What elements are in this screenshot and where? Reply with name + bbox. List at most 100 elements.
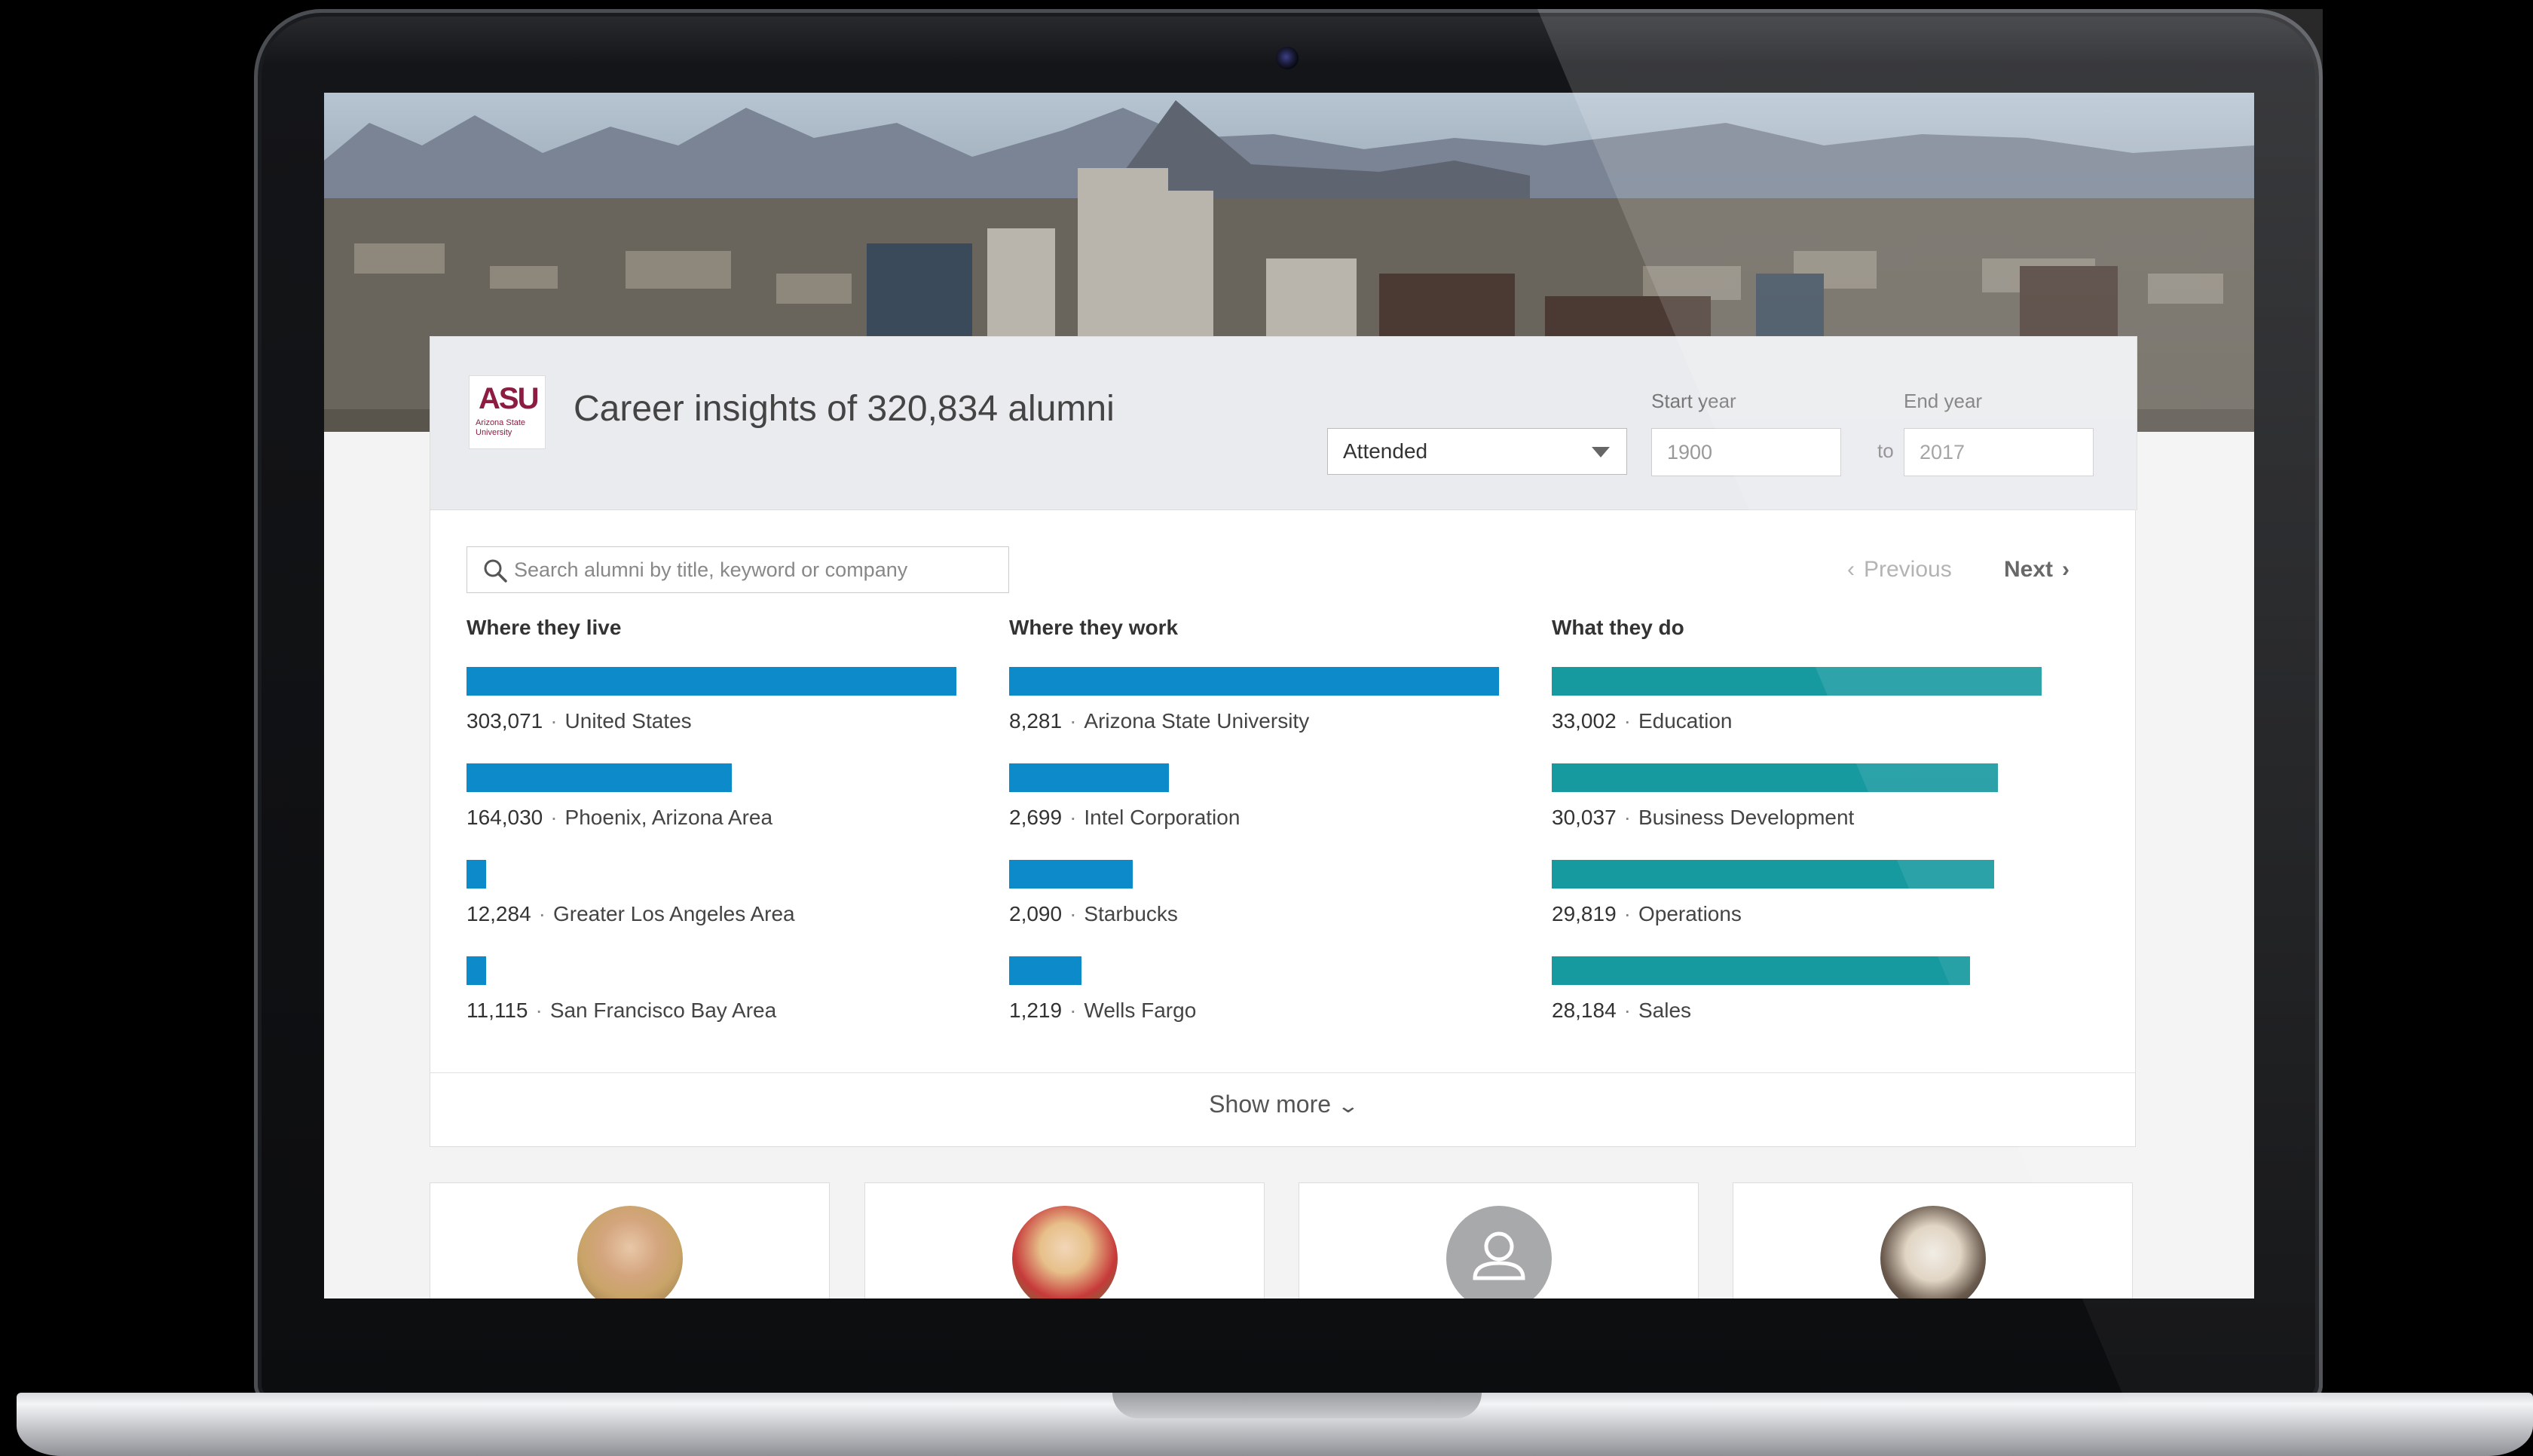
insight-row[interactable]: 12,284 · Greater Los Angeles Area (467, 833, 956, 929)
insight-label: 11,115 · San Francisco Bay Area (467, 999, 776, 1023)
insight-row[interactable]: 28,184 · Sales (1552, 929, 2042, 1026)
insight-name: Wells Fargo (1084, 999, 1197, 1022)
column-title: What they do (1552, 616, 1684, 639)
search-icon (484, 559, 507, 583)
column-title: Where they live (467, 616, 622, 639)
insight-name: Intel Corporation (1084, 806, 1240, 829)
insight-label: 303,071 · United States (467, 709, 692, 733)
insight-label: 1,219 · Wells Fargo (1009, 999, 1196, 1023)
insight-row[interactable]: 1,219 · Wells Fargo (1009, 929, 1499, 1026)
next-button[interactable]: Next › (2004, 557, 2070, 583)
separator-dot: · (535, 999, 543, 1022)
avatar[interactable] (1880, 1206, 1986, 1298)
avatar[interactable] (577, 1206, 683, 1298)
insight-label: 2,090 · Starbucks (1009, 902, 1178, 926)
separator-dot: · (1623, 902, 1631, 925)
insight-bar[interactable] (1552, 860, 1994, 889)
attendance-select[interactable]: Attended (1327, 428, 1627, 475)
insight-name: San Francisco Bay Area (549, 999, 777, 1022)
insight-count: 12,284 (467, 902, 531, 925)
chevron-right-icon: › (2062, 557, 2070, 582)
alumni-card[interactable] (864, 1182, 1265, 1298)
previous-label: Previous (1864, 557, 1952, 582)
insight-bar[interactable] (467, 956, 486, 985)
to-label: to (1877, 439, 1894, 462)
show-more-button[interactable]: Show more ⌄ (430, 1090, 2135, 1118)
insight-row[interactable]: 33,002 · Education (1552, 640, 2042, 736)
default-person-icon (1473, 1231, 1525, 1280)
insight-bar[interactable] (1552, 763, 1998, 792)
insight-bar[interactable] (1552, 956, 1970, 985)
insight-count: 303,071 (467, 709, 543, 733)
insight-label: 12,284 · Greater Los Angeles Area (467, 902, 795, 926)
insight-label: 8,281 · Arizona State University (1009, 709, 1309, 733)
separator-dot: · (550, 709, 558, 733)
separator-dot: · (1623, 999, 1631, 1022)
insight-row[interactable]: 8,281 · Arizona State University (1009, 640, 1499, 736)
laptop-notch (1112, 1393, 1482, 1418)
insight-row[interactable]: 11,115 · San Francisco Bay Area (467, 929, 956, 1026)
insight-count: 29,819 (1552, 902, 1617, 925)
search-placeholder: Search alumni by title, keyword or compa… (514, 558, 908, 581)
avatar[interactable] (1446, 1206, 1552, 1298)
logo-subtext: Arizona State University (476, 418, 526, 437)
chevron-down-icon: ⌄ (1336, 1094, 1360, 1117)
alumni-card[interactable] (1733, 1182, 2133, 1298)
insight-row[interactable]: 164,030 · Phoenix, Arizona Area (467, 736, 956, 833)
insight-row[interactable]: 2,090 · Starbucks (1009, 833, 1499, 929)
chevron-down-icon (1592, 447, 1610, 457)
insight-row[interactable]: 303,071 · United States (467, 640, 956, 736)
insight-label: 2,699 · Intel Corporation (1009, 806, 1240, 830)
insight-count: 2,699 (1009, 806, 1063, 829)
insight-count: 28,184 (1552, 999, 1617, 1022)
insight-name: Sales (1638, 999, 1692, 1022)
logo-mark: ASU (479, 382, 539, 415)
separator-dot: · (1623, 806, 1631, 829)
insight-row[interactable]: 29,819 · Operations (1552, 833, 2042, 929)
separator-dot: · (1623, 709, 1631, 733)
start-year-label: Start year (1651, 390, 1736, 412)
insight-name: United States (564, 709, 692, 733)
insight-bar[interactable] (1009, 763, 1169, 792)
column-where-they-live: Where they live 303,071 · United States 164… (467, 616, 956, 1026)
insight-count: 11,115 (467, 999, 528, 1022)
insight-bar[interactable] (1009, 860, 1133, 889)
previous-button[interactable]: ‹ Previous (1847, 557, 1952, 583)
insight-bar[interactable] (1552, 667, 2042, 696)
separator-dot: · (538, 902, 546, 925)
screen: ASU Arizona State University Career insi… (324, 93, 2254, 1298)
attendance-select-value: Attended (1343, 439, 1428, 463)
insight-label: 33,002 · Education (1552, 709, 1733, 733)
insight-bar[interactable] (1009, 956, 1081, 985)
column-where-they-work: Where they work 8,281 · Arizona State Univ… (1009, 616, 1499, 1026)
separator-dot: · (1069, 902, 1077, 925)
separator-dot: · (1069, 999, 1077, 1022)
laptop-base (17, 1393, 2533, 1456)
alumni-card[interactable] (430, 1182, 830, 1298)
separator-dot: · (550, 806, 558, 829)
alumni-card[interactable] (1299, 1182, 1699, 1298)
insight-label: 164,030 · Phoenix, Arizona Area (467, 806, 772, 830)
insight-count: 1,219 (1009, 999, 1063, 1022)
start-year-input[interactable]: 1900 (1651, 428, 1841, 476)
insight-row[interactable]: 2,699 · Intel Corporation (1009, 736, 1499, 833)
insight-bar[interactable] (467, 860, 486, 889)
insight-count: 8,281 (1009, 709, 1063, 733)
next-label: Next (2004, 557, 2054, 582)
insight-label: 28,184 · Sales (1552, 999, 1691, 1023)
end-year-input[interactable]: 2017 (1904, 428, 2094, 476)
column-what-they-do: What they do 33,002 · Education 30,037 · Busi… (1552, 616, 2042, 1026)
insight-bar[interactable] (1009, 667, 1499, 696)
insight-bar[interactable] (467, 763, 732, 792)
insight-name: Starbucks (1084, 902, 1178, 925)
insight-count: 164,030 (467, 806, 543, 829)
insight-count: 33,002 (1552, 709, 1617, 733)
search-input[interactable]: Search alumni by title, keyword or compa… (467, 546, 1009, 593)
insight-bar[interactable] (467, 667, 956, 696)
insight-name: Education (1638, 709, 1733, 733)
insight-count: 2,090 (1009, 902, 1063, 925)
insight-row[interactable]: 30,037 · Business Development (1552, 736, 2042, 833)
insight-label: 30,037 · Business Development (1552, 806, 1854, 830)
page-title: Career insights of 320,834 alumni (574, 389, 1115, 429)
avatar[interactable] (1012, 1206, 1118, 1298)
